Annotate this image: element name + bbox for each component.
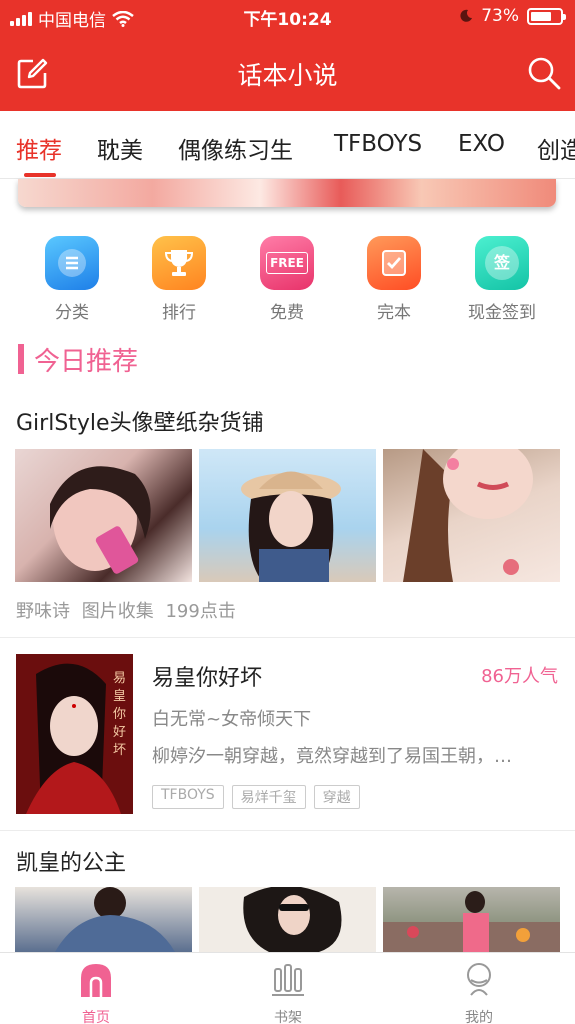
moon-icon — [460, 9, 473, 22]
home-icon — [81, 964, 111, 997]
app-title: 话本小说 — [237, 61, 338, 90]
bottom-tab-home-label: 首页 — [82, 1010, 110, 1024]
book-tags: TFBOYS 易烊千玺 穿越 — [152, 785, 360, 809]
tab-exo[interactable]: EXO — [458, 131, 505, 157]
tab-danmei[interactable]: 耽美 — [97, 131, 143, 165]
bottom-tab-bookshelf[interactable]: 书架 — [228, 961, 348, 1024]
bottom-tab-bookshelf-label: 书架 — [274, 1010, 302, 1024]
quick-completed-label: 完本 — [377, 303, 411, 323]
bottom-tab-home[interactable]: 首页 — [36, 961, 156, 1024]
album-author[interactable]: 野味诗 — [16, 601, 70, 622]
book-cover-text: 易皇你好坏 — [113, 671, 127, 758]
search-icon[interactable] — [527, 56, 561, 90]
top-bar: 中国电信 下午10:24 73% 话本小说 — [0, 0, 575, 111]
section-header: 今日推荐 — [18, 342, 139, 377]
divider — [0, 830, 575, 831]
album2-photo-1[interactable] — [15, 887, 192, 952]
sign-icon: 签 — [475, 236, 529, 290]
book-cover[interactable]: 易皇你好坏 — [16, 654, 133, 814]
trophy-icon — [152, 236, 206, 290]
quick-ranking-label: 排行 — [162, 303, 196, 323]
tab-tfboys[interactable]: TFBOYS — [334, 131, 422, 157]
divider — [0, 637, 575, 638]
album-photo-3[interactable] — [383, 449, 560, 582]
book-title[interactable]: 易皇你好坏 — [152, 660, 262, 692]
book-tag[interactable]: 易烊千玺 — [231, 785, 306, 809]
battery-icon — [527, 7, 566, 25]
nav-bar: 话本小说 — [0, 34, 575, 111]
profile-icon — [467, 963, 491, 996]
quick-category[interactable]: 分类 — [17, 236, 127, 323]
quick-category-label: 分类 — [55, 303, 89, 323]
bottom-tab-profile[interactable]: 我的 — [419, 961, 539, 1024]
section-accent-bar — [18, 344, 24, 374]
free-icon: FREE — [260, 236, 314, 290]
album-photo-1[interactable] — [15, 449, 192, 582]
quick-entries: 分类 排行 FREE 免费 完本 签 现金签到 — [0, 236, 575, 326]
bookshelf-icon — [272, 964, 304, 996]
album-category: 图片收集 — [81, 601, 154, 622]
tab-chuangzao[interactable]: 创造 — [537, 131, 575, 165]
sign-icon-text: 签 — [485, 246, 519, 280]
album2-photo-2[interactable] — [199, 887, 376, 952]
album-photo-2[interactable] — [199, 449, 376, 582]
free-icon-text: FREE — [266, 252, 308, 274]
album2-photo-3[interactable] — [383, 887, 560, 952]
category-tabs: 推荐 耽美 偶像练习生 TFBOYS EXO 创造 — [0, 111, 575, 179]
book-popularity: 86万人气 — [481, 666, 558, 687]
quick-ranking[interactable]: 排行 — [124, 236, 234, 323]
quick-free-label: 免费 — [270, 303, 304, 323]
list-icon — [45, 236, 99, 290]
quick-completed[interactable]: 完本 — [339, 236, 449, 323]
banner-carousel[interactable] — [18, 179, 556, 207]
bottom-tab-profile-label: 我的 — [465, 1010, 493, 1024]
section-title: 今日推荐 — [34, 346, 139, 377]
tab-idol-trainee[interactable]: 偶像练习生 — [178, 131, 293, 165]
album2-title[interactable]: 凯皇的公主 — [16, 845, 126, 877]
battery-percent: 73% — [481, 6, 519, 26]
status-bar: 中国电信 下午10:24 73% — [0, 0, 575, 34]
book-description: 柳婷汐一朝穿越，竟然穿越到了易国王朝，… — [152, 746, 512, 767]
quick-free[interactable]: FREE 免费 — [232, 236, 342, 323]
check-icon — [367, 236, 421, 290]
tab-recommend[interactable]: 推荐 — [16, 131, 62, 165]
quick-cash-signin[interactable]: 签 现金签到 — [447, 236, 557, 323]
book-author[interactable]: 白无常~女帝倾天下 — [152, 705, 311, 731]
album-meta: 野味诗 图片收集 199点击 — [16, 597, 236, 623]
active-tab-indicator — [24, 173, 56, 177]
book-tag[interactable]: TFBOYS — [152, 785, 224, 809]
quick-cash-signin-label: 现金签到 — [468, 303, 536, 323]
album-title[interactable]: GirlStyle头像壁纸杂货铺 — [16, 405, 264, 437]
book-tag[interactable]: 穿越 — [313, 785, 360, 809]
bottom-tab-bar: 首页 书架 我的 — [0, 952, 575, 1024]
album-clicks: 199点击 — [165, 601, 236, 622]
